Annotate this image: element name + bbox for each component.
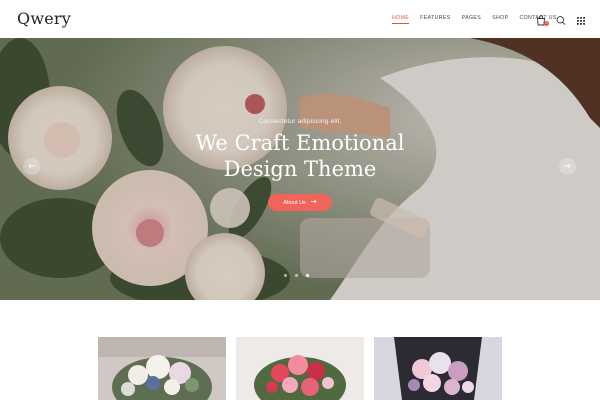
shopping-bag-icon[interactable]: 0 xyxy=(536,13,549,26)
card-bouquet-white[interactable] xyxy=(98,337,226,400)
about-us-button[interactable]: About Us xyxy=(268,194,332,211)
card-bouquet-pink[interactable] xyxy=(236,337,364,400)
bouquet-image xyxy=(98,337,226,400)
hero-slider: Consectetur adipiscing elit. We Craft Em… xyxy=(0,38,600,300)
about-us-label: About Us xyxy=(283,199,306,206)
hero-title-line-1: We Craft Emotional xyxy=(195,131,405,155)
hero-title-line-2: Design Theme xyxy=(223,157,377,181)
arrow-right-icon xyxy=(310,199,317,206)
slider-next-button[interactable] xyxy=(559,158,576,175)
nav-item-pages[interactable]: PAGES xyxy=(462,15,482,21)
slider-prev-button[interactable] xyxy=(23,158,40,175)
hero-subtitle: Consectetur adipiscing elit. xyxy=(258,118,342,125)
nav-item-features[interactable]: FEATURES xyxy=(420,15,450,21)
site-logo[interactable]: Qwery xyxy=(17,9,71,28)
hero-title: We Craft Emotional Design Theme xyxy=(0,130,600,182)
slider-dot-2[interactable] xyxy=(295,274,298,277)
bouquet-image xyxy=(236,337,364,400)
header-icons: 0 xyxy=(536,13,586,26)
cart-count-badge: 0 xyxy=(544,21,549,26)
featured-cards xyxy=(98,337,502,400)
grid-menu-icon[interactable] xyxy=(576,13,586,25)
card-bouquet-lavender[interactable] xyxy=(374,337,502,400)
nav-item-home[interactable]: HOME xyxy=(392,15,410,24)
bouquet-image xyxy=(374,337,502,400)
arrow-left-icon xyxy=(28,162,35,171)
slider-dot-3[interactable] xyxy=(306,274,309,277)
nav-item-shop[interactable]: SHOP xyxy=(492,15,508,21)
slider-dots xyxy=(284,274,309,277)
search-icon[interactable] xyxy=(556,13,566,25)
arrow-right-icon xyxy=(564,162,571,171)
slider-dot-1[interactable] xyxy=(284,274,287,277)
site-header: Qwery HOME FEATURES PAGES SHOP CONTACT U… xyxy=(0,0,600,38)
